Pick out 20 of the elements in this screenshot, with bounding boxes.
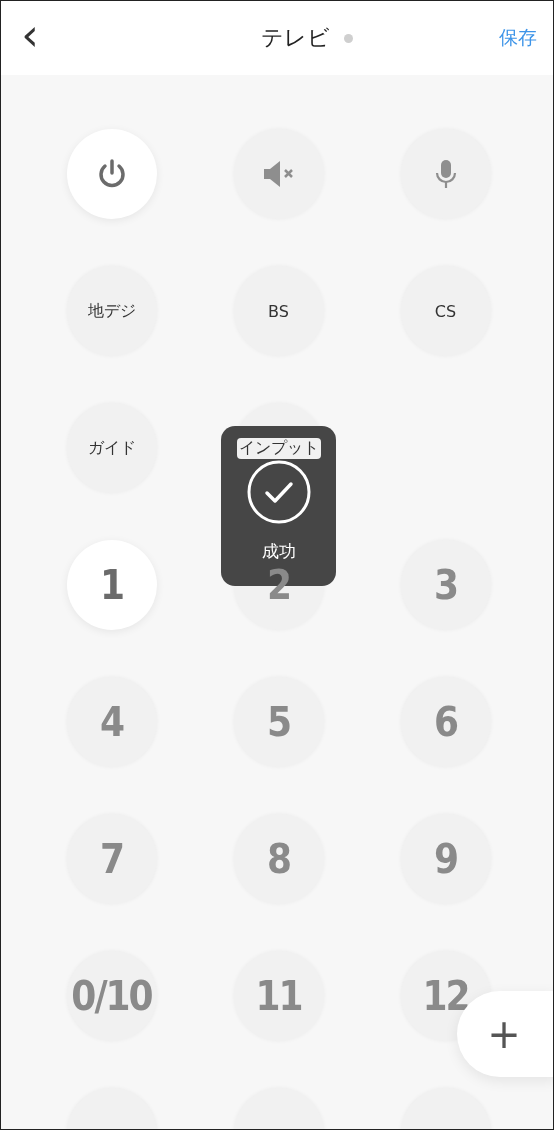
remote-key[interactable]: 3: [400, 540, 491, 630]
back-button[interactable]: ‹: [15, 13, 45, 57]
speaker-muted-icon: [261, 159, 296, 189]
remote-key[interactable]: 11: [233, 951, 324, 1041]
remote-key[interactable]: 9: [400, 814, 491, 904]
remote-key[interactable]: 4: [66, 677, 157, 767]
check-circle-icon: [246, 460, 311, 524]
remote-key[interactable]: 地デジ: [66, 266, 157, 356]
remote-key[interactable]: ガイド: [66, 403, 157, 493]
remote-key[interactable]: 8: [233, 814, 324, 904]
remote-key[interactable]: CS: [400, 266, 491, 356]
remote-key[interactable]: 7: [66, 814, 157, 904]
remote-key[interactable]: 1: [66, 540, 157, 630]
remote-key[interactable]: BS: [233, 266, 324, 356]
remote-key[interactable]: 5: [233, 677, 324, 767]
screen-title: テレビ: [261, 24, 330, 52]
save-button[interactable]: 保存: [499, 25, 537, 51]
remote-key[interactable]: 0/10: [66, 951, 157, 1041]
toast-message: 成功: [261, 540, 296, 563]
remote-key[interactable]: 6: [400, 677, 491, 767]
